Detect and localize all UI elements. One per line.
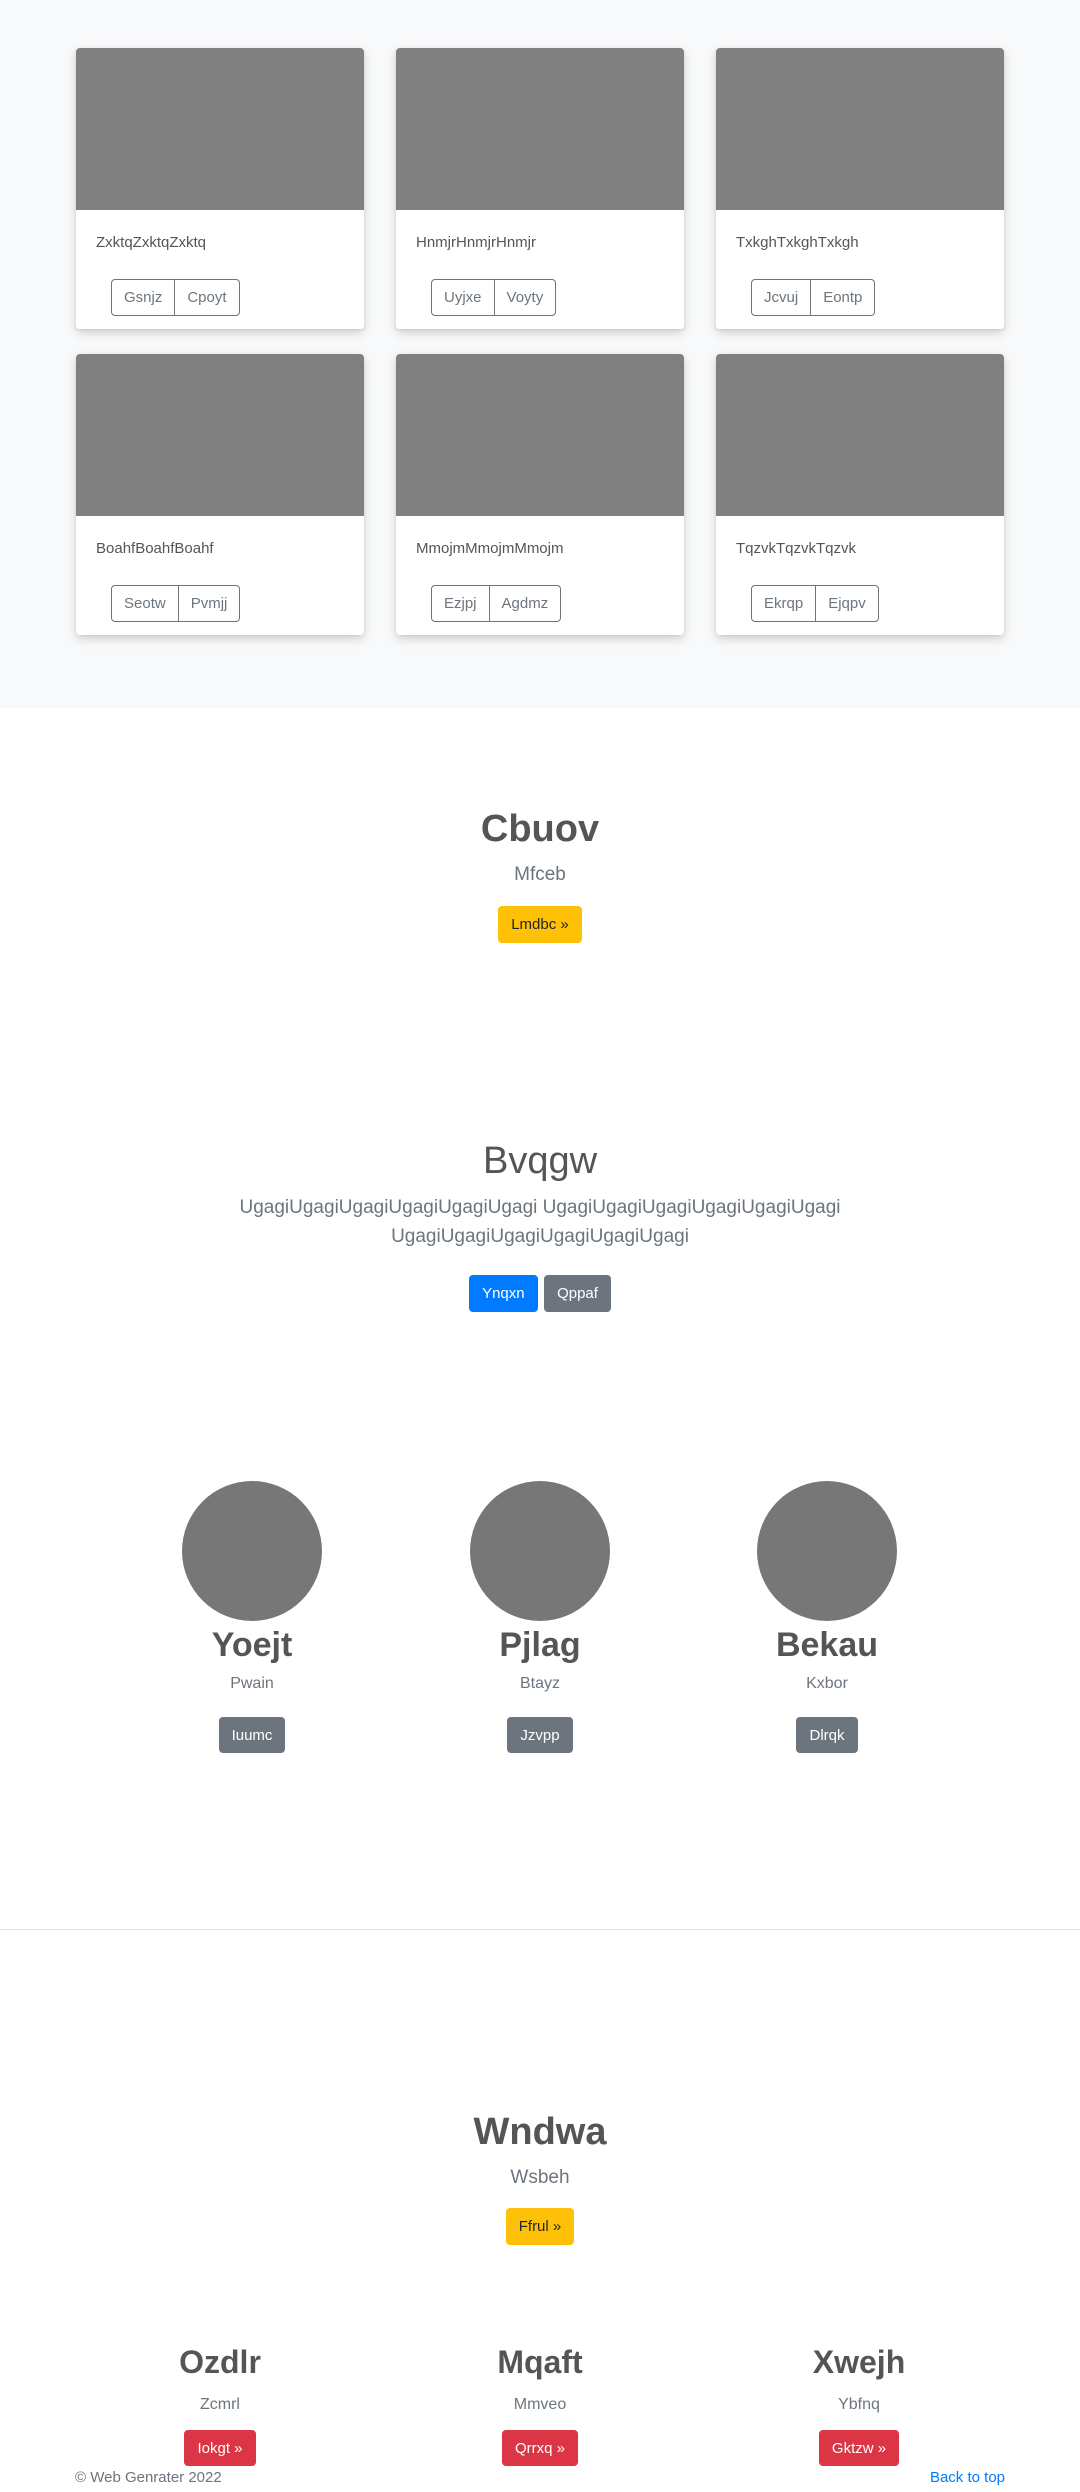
card-text: TqzvkTqzvkTqzvk <box>736 540 857 557</box>
feature-column: Xwejh Ybfnq Gktzw » <box>709 2342 1009 2466</box>
jumbotron-primary-button[interactable]: Ynqxn <box>469 1275 538 1312</box>
hero-actions: Lmdbc » <box>0 906 1080 943</box>
card-button-group: Seotw Pvmjj <box>111 585 241 622</box>
avatar <box>182 1481 322 1621</box>
card: HnmjrHnmjrHnmjr Uyjxe Voyty <box>396 48 684 329</box>
feature-title: Mqaft <box>497 2344 583 2380</box>
card-view-button[interactable]: Jcvuj <box>751 279 812 316</box>
card-text: MmojmMmojmMmojm <box>416 540 564 557</box>
team-member-button[interactable]: Iuumc <box>218 1717 286 1753</box>
card-edit-button[interactable]: Voyty <box>494 279 557 316</box>
card-edit-button[interactable]: Pvmjj <box>178 585 241 622</box>
card-image-placeholder <box>716 354 1004 516</box>
card: TxkghTxkghTxkgh Jcvuj Eontp <box>716 48 1004 329</box>
team-member-role: Pwain <box>230 1675 274 1692</box>
feature-button[interactable]: Gktzw » <box>818 2430 900 2466</box>
feature-subtitle: Zcmrl <box>200 2396 240 2413</box>
card-view-button[interactable]: Seotw <box>111 585 179 622</box>
avatar <box>757 1481 897 1621</box>
team-member-name: Yoejt <box>211 1626 293 1664</box>
back-to-top-link[interactable]: Back to top <box>930 2469 1005 2486</box>
card-button-group: Gsnjz Cpoyt <box>111 279 240 316</box>
card-view-button[interactable]: Uyjxe <box>431 279 495 316</box>
jumbotron-lead-line: UgagiUgagiUgagiUgagiUgagiUgagi <box>391 1226 689 1247</box>
feature-subtitle: Ybfnq <box>838 2396 880 2413</box>
hero-subtitle: Mfceb <box>514 864 566 885</box>
feature-title: Ozdlr <box>179 2344 261 2380</box>
feature-button[interactable]: Qrrxq » <box>501 2430 578 2466</box>
jumbotron-actions: Ynqxn Qppaf <box>0 1275 1080 1312</box>
card-text: HnmjrHnmjrHnmjr <box>416 234 536 251</box>
hero-actions: Ffrul » <box>0 2208 1080 2245</box>
feature-column: Ozdlr Zcmrl Iokgt » <box>70 2342 370 2466</box>
card-button-group: Jcvuj Eontp <box>751 279 876 316</box>
card: MmojmMmojmMmojm Ezjpj Agdmz <box>396 354 684 635</box>
card-view-button[interactable]: Gsnjz <box>111 279 176 316</box>
hero-subtitle: Wsbeh <box>510 2167 570 2188</box>
team-member-name: Bekau <box>775 1626 879 1664</box>
card-image-placeholder <box>76 48 364 210</box>
card-edit-button[interactable]: Ejqpv <box>816 585 879 622</box>
team-member: Bekau Kxbor Dlrqk <box>717 1481 937 1753</box>
card: TqzvkTqzvkTqzvk Ekrqp Ejqpv <box>716 354 1004 635</box>
card-image-placeholder <box>76 354 364 516</box>
card-image-placeholder <box>396 354 684 516</box>
card-text: TxkghTxkghTxkgh <box>736 234 859 251</box>
team-member-name: Pjlag <box>499 1626 581 1664</box>
album-section: ZxktqZxktqZxktq Gsnjz Cpoyt HnmjrHnmjrHn… <box>0 0 1080 708</box>
team-member-role: Btayz <box>519 1675 560 1692</box>
card-image-placeholder <box>396 48 684 210</box>
jumbotron-title: Bvqgw <box>482 1140 598 1182</box>
card-view-button[interactable]: Ekrqp <box>751 585 817 622</box>
jumbotron-secondary-button[interactable]: Qppaf <box>544 1275 611 1312</box>
card-button-group: Ekrqp Ejqpv <box>751 585 879 622</box>
hero-title: Cbuov <box>480 808 600 850</box>
card: ZxktqZxktqZxktq Gsnjz Cpoyt <box>76 48 364 329</box>
hero-cta-button[interactable]: Ffrul » <box>505 2208 575 2245</box>
feature-button[interactable]: Iokgt » <box>184 2430 256 2466</box>
team-member: Pjlag Btayz Jzvpp <box>430 1481 650 1753</box>
hero-cta-button[interactable]: Lmdbc » <box>498 906 582 943</box>
card-text: BoahfBoahfBoahf <box>96 540 214 557</box>
team-member: Yoejt Pwain Iuumc <box>142 1481 362 1753</box>
card-edit-button[interactable]: Eontp <box>811 279 876 316</box>
card-edit-button[interactable]: Agdmz <box>489 585 562 622</box>
team-member-button[interactable]: Dlrqk <box>796 1717 858 1753</box>
card-edit-button[interactable]: Cpoyt <box>175 279 240 316</box>
footer-copyright: © Web Genrater 2022 <box>75 2469 222 2486</box>
feature-column: Mqaft Mmveo Qrrxq » <box>390 2342 690 2466</box>
card-image-placeholder <box>716 48 1004 210</box>
jumbotron-lead-line: UgagiUgagiUgagiUgagiUgagiUgagi UgagiUgag… <box>239 1197 841 1218</box>
card-button-group: Uyjxe Voyty <box>431 279 557 316</box>
team-member-role: Kxbor <box>806 1675 848 1692</box>
section-divider <box>0 1929 1080 1930</box>
hero-title: Wndwa <box>473 2111 607 2153</box>
card-view-button[interactable]: Ezjpj <box>431 585 490 622</box>
feature-subtitle: Mmveo <box>513 2396 567 2413</box>
avatar <box>470 1481 610 1621</box>
card-text: ZxktqZxktqZxktq <box>96 234 207 251</box>
feature-title: Xwejh <box>812 2344 906 2380</box>
team-member-button[interactable]: Jzvpp <box>507 1717 573 1753</box>
card: BoahfBoahfBoahf Seotw Pvmjj <box>76 354 364 635</box>
card-button-group: Ezjpj Agdmz <box>431 585 562 622</box>
